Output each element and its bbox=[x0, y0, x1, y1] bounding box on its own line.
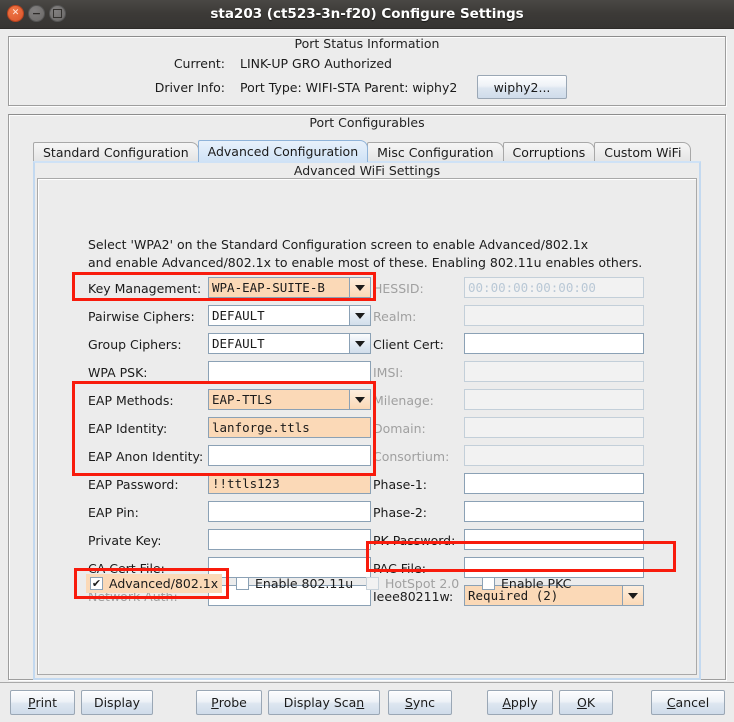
key-management-label: Key Management: bbox=[88, 281, 202, 296]
group-ciphers-label: Group Ciphers: bbox=[88, 337, 182, 352]
eap-methods-value: EAP-TTLS bbox=[208, 389, 349, 410]
advanced-8021x-checkbox[interactable]: ✔ Advanced/802.1x bbox=[86, 574, 223, 593]
client-cert-input[interactable] bbox=[464, 333, 644, 354]
private-key-input[interactable] bbox=[208, 529, 371, 550]
current-label: Current: bbox=[173, 56, 225, 71]
eap-pin-label: EAP Pin: bbox=[88, 505, 139, 520]
realm-input[interactable] bbox=[464, 305, 644, 326]
enable-80211u-label: Enable 802.11u bbox=[255, 576, 354, 591]
pk-password-label: PK Password: bbox=[373, 533, 456, 548]
pk-password-input[interactable] bbox=[464, 529, 644, 550]
eap-anon-identity-label: EAP Anon Identity: bbox=[88, 449, 204, 464]
eap-methods-label: EAP Methods: bbox=[88, 393, 174, 408]
ok-button[interactable]: OK bbox=[559, 690, 613, 715]
eap-password-label: EAP Password: bbox=[88, 477, 179, 492]
phase-1-input[interactable] bbox=[464, 473, 644, 494]
private-key-label: Private Key: bbox=[88, 533, 162, 548]
window-title: sta203 (ct523-3n-f20) Configure Settings bbox=[210, 6, 524, 22]
checkbox-empty-icon bbox=[482, 577, 495, 590]
client-cert-label: Client Cert: bbox=[373, 337, 444, 352]
chevron-down-icon[interactable] bbox=[349, 333, 371, 354]
consortium-input[interactable] bbox=[464, 445, 644, 466]
checkbox-empty-icon bbox=[366, 577, 379, 590]
milenage-label: Milenage: bbox=[373, 393, 434, 408]
group-ciphers-value: DEFAULT bbox=[208, 333, 349, 354]
tab-standard-configuration[interactable]: Standard Configuration bbox=[33, 142, 199, 162]
phase-2-label: Phase-2: bbox=[373, 505, 427, 520]
window-titlebar: ✕ − sta203 (ct523-3n-f20) Configure Sett… bbox=[0, 0, 734, 29]
tab-misc-configuration[interactable]: Misc Configuration bbox=[367, 142, 504, 162]
key-management-combo[interactable]: WPA-EAP-SUITE-B bbox=[208, 277, 371, 298]
eap-identity-input[interactable]: lanforge.ttls bbox=[208, 417, 371, 438]
hint-line-2: and enable Advanced/802.1x to enable mos… bbox=[88, 255, 643, 270]
hint-line-1: Select 'WPA2' on the Standard Configurat… bbox=[88, 237, 589, 252]
pairwise-ciphers-label: Pairwise Ciphers: bbox=[88, 309, 195, 324]
domain-input[interactable] bbox=[464, 417, 644, 438]
wpa-psk-input[interactable] bbox=[208, 361, 371, 382]
imsi-label: IMSI: bbox=[373, 365, 404, 380]
enable-pkc-label: Enable PKC bbox=[501, 576, 572, 591]
chevron-down-icon[interactable] bbox=[349, 305, 371, 326]
display-button[interactable]: Display bbox=[81, 690, 153, 715]
checkbox-checked-icon: ✔ bbox=[90, 577, 103, 590]
eap-identity-label: EAP Identity: bbox=[88, 421, 168, 436]
enable-pkc-checkbox[interactable]: Enable PKC bbox=[478, 574, 575, 593]
tab-custom-wifi[interactable]: Custom WiFi bbox=[594, 142, 692, 162]
configure-settings-window: ✕ − sta203 (ct523-3n-f20) Configure Sett… bbox=[0, 0, 734, 722]
phase-1-label: Phase-1: bbox=[373, 477, 427, 492]
sync-button[interactable]: Sync bbox=[388, 690, 452, 715]
driver-info-value: Port Type: WIFI-STA Parent: wiphy2 bbox=[240, 80, 458, 95]
port-configurables-title: Port Configurables bbox=[309, 115, 425, 130]
pairwise-ciphers-value: DEFAULT bbox=[208, 305, 349, 326]
driver-info-label: Driver Info: bbox=[154, 80, 225, 95]
key-management-value: WPA-EAP-SUITE-B bbox=[208, 277, 349, 298]
cancel-button[interactable]: Cancel bbox=[651, 690, 725, 715]
print-button[interactable]: Print bbox=[10, 690, 75, 715]
tab-advanced-configuration[interactable]: Advanced Configuration bbox=[197, 140, 369, 162]
hotspot-20-label: HotSpot 2.0 bbox=[385, 576, 460, 591]
advanced-wifi-settings-title: Advanced WiFi Settings bbox=[37, 163, 697, 178]
display-scan-button[interactable]: Display Sca n bbox=[268, 690, 380, 715]
phase-2-input[interactable] bbox=[464, 501, 644, 522]
hessid-input[interactable]: 00:00:00:00:00:00 bbox=[464, 277, 644, 298]
port-status-title: Port Status Information bbox=[294, 36, 440, 51]
checkbox-empty-icon bbox=[236, 577, 249, 590]
imsi-input[interactable] bbox=[464, 361, 644, 382]
domain-label: Domain: bbox=[373, 421, 426, 436]
hotspot-20-checkbox: HotSpot 2.0 bbox=[362, 574, 463, 593]
enable-80211u-checkbox[interactable]: Enable 802.11u bbox=[232, 574, 357, 593]
eap-pin-input[interactable] bbox=[208, 501, 371, 522]
pairwise-ciphers-combo[interactable]: DEFAULT bbox=[208, 305, 371, 326]
consortium-label: Consortium: bbox=[373, 449, 450, 464]
realm-label: Realm: bbox=[373, 309, 417, 324]
eap-methods-combo[interactable]: EAP-TTLS bbox=[208, 389, 371, 410]
apply-button[interactable]: Apply bbox=[487, 690, 553, 715]
tab-corruptions[interactable]: Corruptions bbox=[502, 142, 596, 162]
chevron-down-icon[interactable] bbox=[622, 585, 644, 606]
chevron-down-icon[interactable] bbox=[349, 389, 371, 410]
hessid-label: HESSID: bbox=[373, 281, 424, 296]
configuration-tabs: Standard Configuration Advanced Configur… bbox=[33, 140, 692, 162]
wiphy2-button[interactable]: wiphy2... bbox=[477, 75, 567, 99]
eap-anon-identity-input[interactable] bbox=[208, 445, 371, 466]
chevron-down-icon[interactable] bbox=[349, 277, 371, 298]
milenage-input[interactable] bbox=[464, 389, 644, 410]
eap-password-input[interactable]: !!ttls123 bbox=[208, 473, 371, 494]
wpa-psk-label: WPA PSK: bbox=[88, 365, 148, 380]
probe-button[interactable]: Probe bbox=[196, 690, 262, 715]
advanced-8021x-label: Advanced/802.1x bbox=[109, 576, 219, 591]
current-value: LINK-UP GRO Authorized bbox=[240, 56, 392, 71]
group-ciphers-combo[interactable]: DEFAULT bbox=[208, 333, 371, 354]
